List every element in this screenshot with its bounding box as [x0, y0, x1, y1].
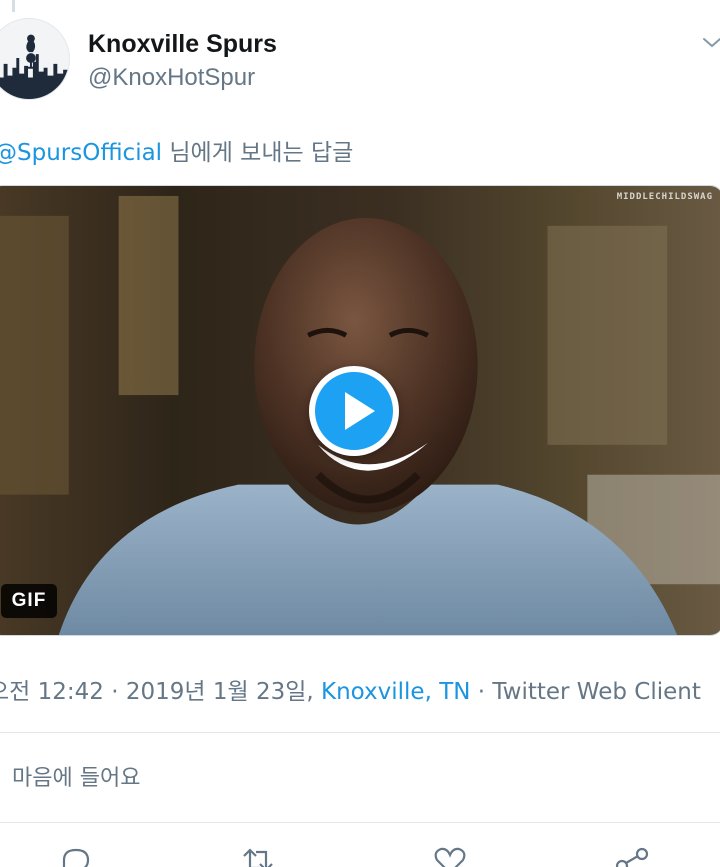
gif-watermark: MIDDLECHILDSWAG — [616, 192, 713, 202]
spurs-cockerel-icon — [0, 19, 69, 99]
thread-connector-line — [12, 0, 15, 12]
avatar[interactable] — [0, 18, 70, 100]
divider — [0, 822, 720, 823]
share-icon[interactable] — [612, 846, 652, 867]
gif-media[interactable]: MIDDLECHILDSWAG GIF — [0, 185, 720, 636]
action-bar — [0, 840, 720, 867]
user-handle[interactable]: @KnoxHotSpur — [88, 64, 255, 92]
reply-mention-link[interactable]: @SpursOfficial — [0, 140, 162, 166]
reply-icon[interactable] — [56, 846, 96, 867]
retweet-icon[interactable] — [238, 846, 278, 867]
tweet-meta: 오전 12:42 · 2019년 1월 23일, Knoxville, TN ·… — [0, 672, 701, 706]
likes-link[interactable]: 마음에 들어요 — [12, 760, 140, 792]
play-icon — [345, 392, 375, 430]
chevron-down-icon[interactable] — [700, 30, 720, 54]
reply-context-label: 님에게 보내는 답글 — [162, 140, 354, 166]
timestamp[interactable]: 오전 12:42 · 2019년 1월 23일, — [0, 679, 321, 705]
source-label[interactable]: · Twitter Web Client — [470, 679, 701, 705]
play-button[interactable] — [309, 366, 399, 456]
display-name[interactable]: Knoxville Spurs — [88, 30, 277, 59]
location-link[interactable]: Knoxville, TN — [321, 679, 470, 705]
reply-context: @SpursOfficial 님에게 보내는 답글 — [0, 133, 353, 167]
like-icon[interactable] — [430, 846, 470, 867]
divider — [0, 732, 720, 733]
gif-badge: GIF — [1, 584, 57, 618]
